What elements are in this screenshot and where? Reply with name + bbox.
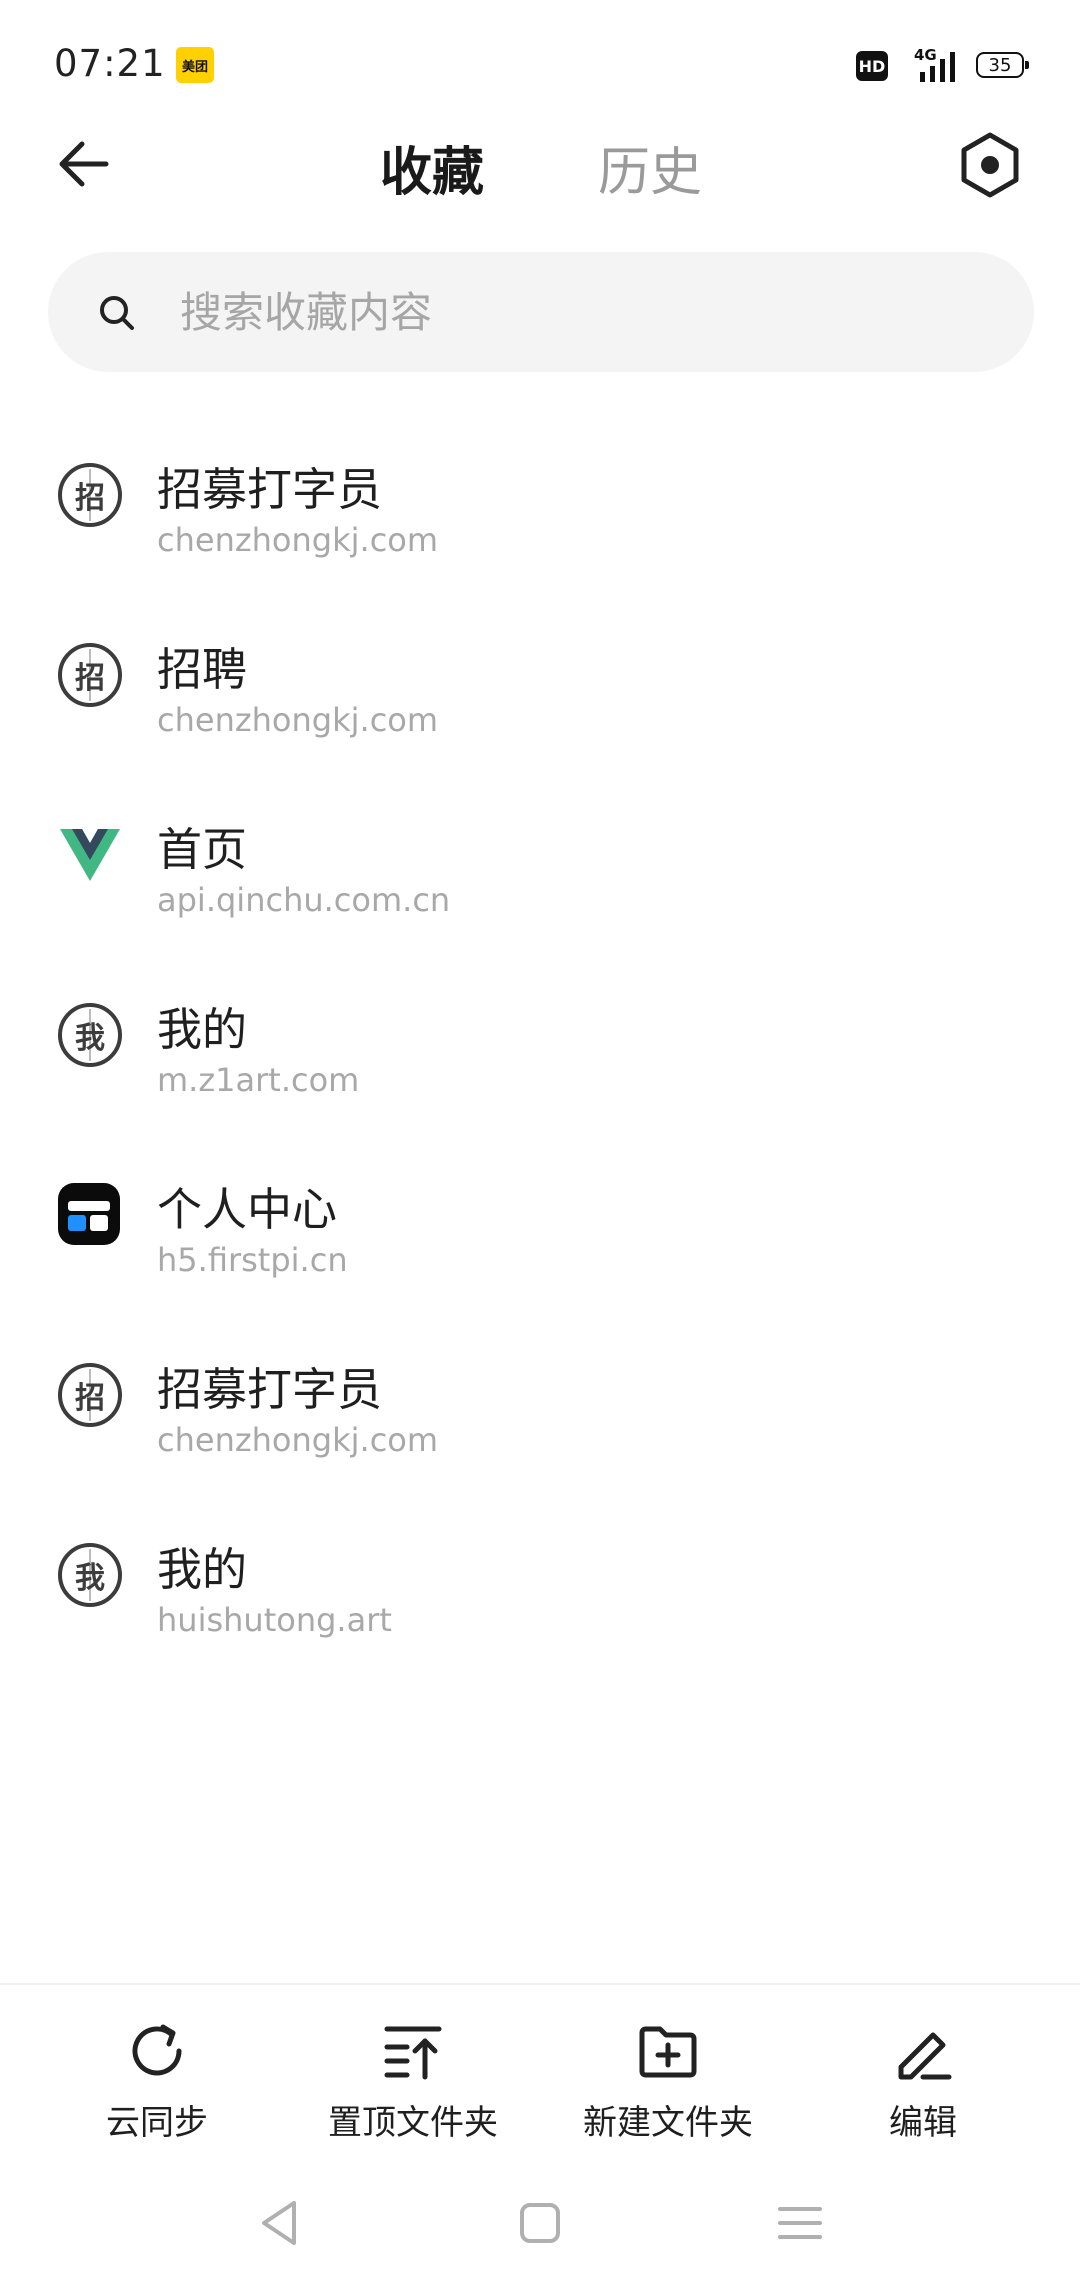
tab-history[interactable]: 历史 (598, 130, 702, 205)
list-item[interactable]: 我 我的 huishutong.art (0, 1495, 1080, 1675)
edit-pencil-icon (898, 2032, 952, 2080)
list-item[interactable]: 个人中心 h5.firstpi.cn (0, 1135, 1080, 1315)
item-title: 首页 (157, 823, 248, 876)
sync-icon (132, 2024, 182, 2076)
globe-icon: 招 (58, 1363, 122, 1427)
meituan-app-icon: 美团 (176, 47, 214, 83)
new-folder-button[interactable]: 新建文件夹 (548, 1985, 788, 2165)
globe-icon: 招 (58, 643, 122, 707)
screen: 07:21 美团 HD 4G 35 收藏 历史 搜索收藏内容 招 招募打字员 c… (0, 0, 1080, 2280)
nav-back-icon[interactable] (250, 2193, 310, 2253)
status-time: 07:21 (54, 42, 166, 85)
cloud-sync-button[interactable]: 云同步 (37, 1985, 277, 2165)
item-url: m.z1art.com (157, 1061, 360, 1099)
list-item[interactable]: 首页 api.qinchu.com.cn (0, 775, 1080, 955)
edit-button[interactable]: 编辑 (803, 1985, 1043, 2165)
list-item[interactable]: 招 招募打字员 chenzhongkj.com (0, 1315, 1080, 1495)
globe-icon: 我 (58, 1003, 122, 1067)
item-url: h5.firstpi.cn (157, 1241, 348, 1279)
pin-top-icon (384, 2026, 442, 2080)
top-nav: 收藏 历史 (0, 110, 1080, 220)
new-folder-label: 新建文件夹 (583, 2103, 753, 2143)
bookmark-list: 招 招募打字员 chenzhongkj.com 招 招聘 chenzhongkj… (0, 415, 1080, 1675)
hd-icon: HD (856, 51, 888, 81)
search-bar[interactable] (48, 252, 1034, 372)
item-url: chenzhongkj.com (157, 1421, 439, 1459)
item-title: 我的 (157, 1003, 248, 1056)
cloud-sync-label: 云同步 (106, 2103, 208, 2143)
item-title: 招募打字员 (157, 463, 383, 516)
list-item[interactable]: 我 我的 m.z1art.com (0, 955, 1080, 1135)
back-arrow-icon[interactable] (52, 132, 116, 196)
item-title: 招聘 (157, 643, 248, 696)
nav-home-icon[interactable] (510, 2193, 570, 2253)
search-icon (100, 296, 134, 330)
item-url: api.qinchu.com.cn (157, 881, 451, 919)
signal-icon (920, 52, 955, 82)
bottom-toolbar: 云同步 置顶文件夹 新建文件夹 编辑 (0, 1983, 1080, 2163)
list-item[interactable]: 招 招募打字员 chenzhongkj.com (0, 415, 1080, 595)
globe-icon: 招 (58, 463, 122, 527)
item-title: 招募打字员 (157, 1363, 383, 1416)
pin-folder-label: 置顶文件夹 (328, 2103, 498, 2143)
globe-icon: 我 (58, 1543, 122, 1607)
nav-menu-icon[interactable] (770, 2193, 830, 2253)
battery-icon: 35 (976, 52, 1029, 78)
item-title: 我的 (157, 1543, 248, 1596)
app-icon (58, 1183, 122, 1247)
search-input[interactable] (180, 252, 1000, 372)
new-folder-icon (639, 2026, 697, 2078)
item-url: huishutong.art (157, 1601, 392, 1639)
list-item[interactable]: 招 招聘 chenzhongkj.com (0, 595, 1080, 775)
settings-hex-icon[interactable] (955, 130, 1025, 200)
tab-favorites[interactable]: 收藏 (380, 130, 484, 205)
edit-label: 编辑 (889, 2103, 957, 2143)
item-url: chenzhongkj.com (157, 521, 439, 559)
system-nav-bar (0, 2163, 1080, 2280)
pin-folder-button[interactable]: 置顶文件夹 (293, 1985, 533, 2165)
item-url: chenzhongkj.com (157, 701, 439, 739)
item-title: 个人中心 (157, 1183, 338, 1236)
vue-logo-icon (60, 829, 120, 881)
